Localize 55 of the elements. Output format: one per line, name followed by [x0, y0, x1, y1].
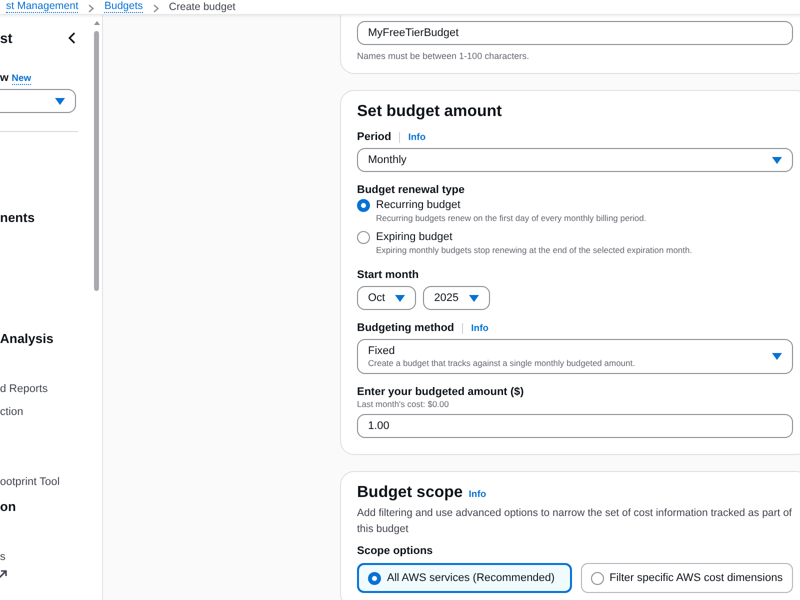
- radio-button[interactable]: [590, 572, 604, 584]
- radio-label: Recurring budget: [376, 199, 462, 212]
- chevron-right-icon: [88, 4, 94, 13]
- method-select[interactable]: Fixed Create a budget that tracks against a single monthly budgeted amount.: [357, 339, 793, 374]
- breadcrumb-current: Create budget: [168, 1, 236, 13]
- section-title: Budget scope: [357, 484, 463, 502]
- year-select[interactable]: 2025: [423, 286, 490, 310]
- info-link[interactable]: Info: [399, 132, 426, 142]
- budget-name-field[interactable]: MyFreeTierBudget: [357, 21, 793, 45]
- field-label: Scope options: [357, 545, 433, 557]
- nav-link[interactable]: s: [0, 551, 6, 563]
- chevron-right-icon: [152, 4, 159, 13]
- caret-down-icon: [772, 353, 782, 360]
- amount-field[interactable]: 1.00: [357, 414, 793, 438]
- radio-description: Expiring monthly budgets stop renewing at the end of the selected expiration month.: [376, 245, 692, 255]
- radio-label: Expiring budget: [376, 231, 454, 244]
- section-title: Set budget amount: [357, 103, 503, 121]
- radio-button[interactable]: [368, 572, 381, 584]
- sidebar-title: st: [0, 30, 12, 46]
- collapse-chevron-icon[interactable]: [68, 32, 76, 44]
- info-link[interactable]: Info: [462, 322, 489, 334]
- field-label: Enter your budgeted amount ($): [357, 386, 524, 398]
- section-description: Add filtering and use advanced options to narrow the set of cost information tracked as part of this budget: [357, 506, 793, 537]
- nav-section-heading: on: [0, 499, 16, 514]
- caret-down-icon: [395, 294, 406, 302]
- helper-text: Names must be between 1-100 characters.: [357, 51, 530, 61]
- caret-down-icon: [55, 98, 65, 104]
- scroll-up-arrow-icon[interactable]: [93, 20, 101, 26]
- period-select[interactable]: Monthly: [357, 148, 793, 172]
- nav-link[interactable]: ootprint Tool: [0, 476, 60, 488]
- scope-option[interactable]: All AWS services (Recommended): [357, 563, 572, 593]
- external-link-icon: [0, 569, 8, 579]
- field-label: Budgeting method: [357, 322, 454, 334]
- breadcrumb-link[interactable]: st Management: [6, 0, 78, 13]
- month-select[interactable]: Oct: [357, 286, 416, 310]
- radio-description: Recurring budgets renew on the first day of every monthly billing period.: [376, 213, 646, 223]
- nav-link[interactable]: ction: [0, 406, 24, 418]
- view-select[interactable]: [0, 89, 76, 113]
- field-label: Period: [357, 131, 392, 143]
- caret-down-icon: [468, 294, 479, 302]
- radio-button[interactable]: [357, 199, 370, 212]
- breadcrumb-link[interactable]: Budgets: [104, 0, 143, 13]
- nav-section-heading: nents: [0, 210, 35, 225]
- field-label: Start month: [357, 269, 419, 281]
- helper-text: Last month's cost: $0.00: [357, 399, 450, 409]
- nav-section-heading: Analysis: [0, 331, 54, 346]
- new-badge-link[interactable]: New: [12, 73, 32, 85]
- caret-down-icon: [772, 156, 782, 164]
- scope-option[interactable]: Filter specific AWS cost dimensions: [580, 563, 793, 593]
- nav-link[interactable]: d Reports: [0, 383, 48, 395]
- info-link[interactable]: Info: [468, 489, 486, 500]
- field-label: Budget renewal type: [357, 184, 465, 196]
- radio-button[interactable]: [357, 231, 370, 244]
- nav-label: w: [0, 72, 9, 84]
- scrollbar-thumb[interactable]: [94, 31, 99, 291]
